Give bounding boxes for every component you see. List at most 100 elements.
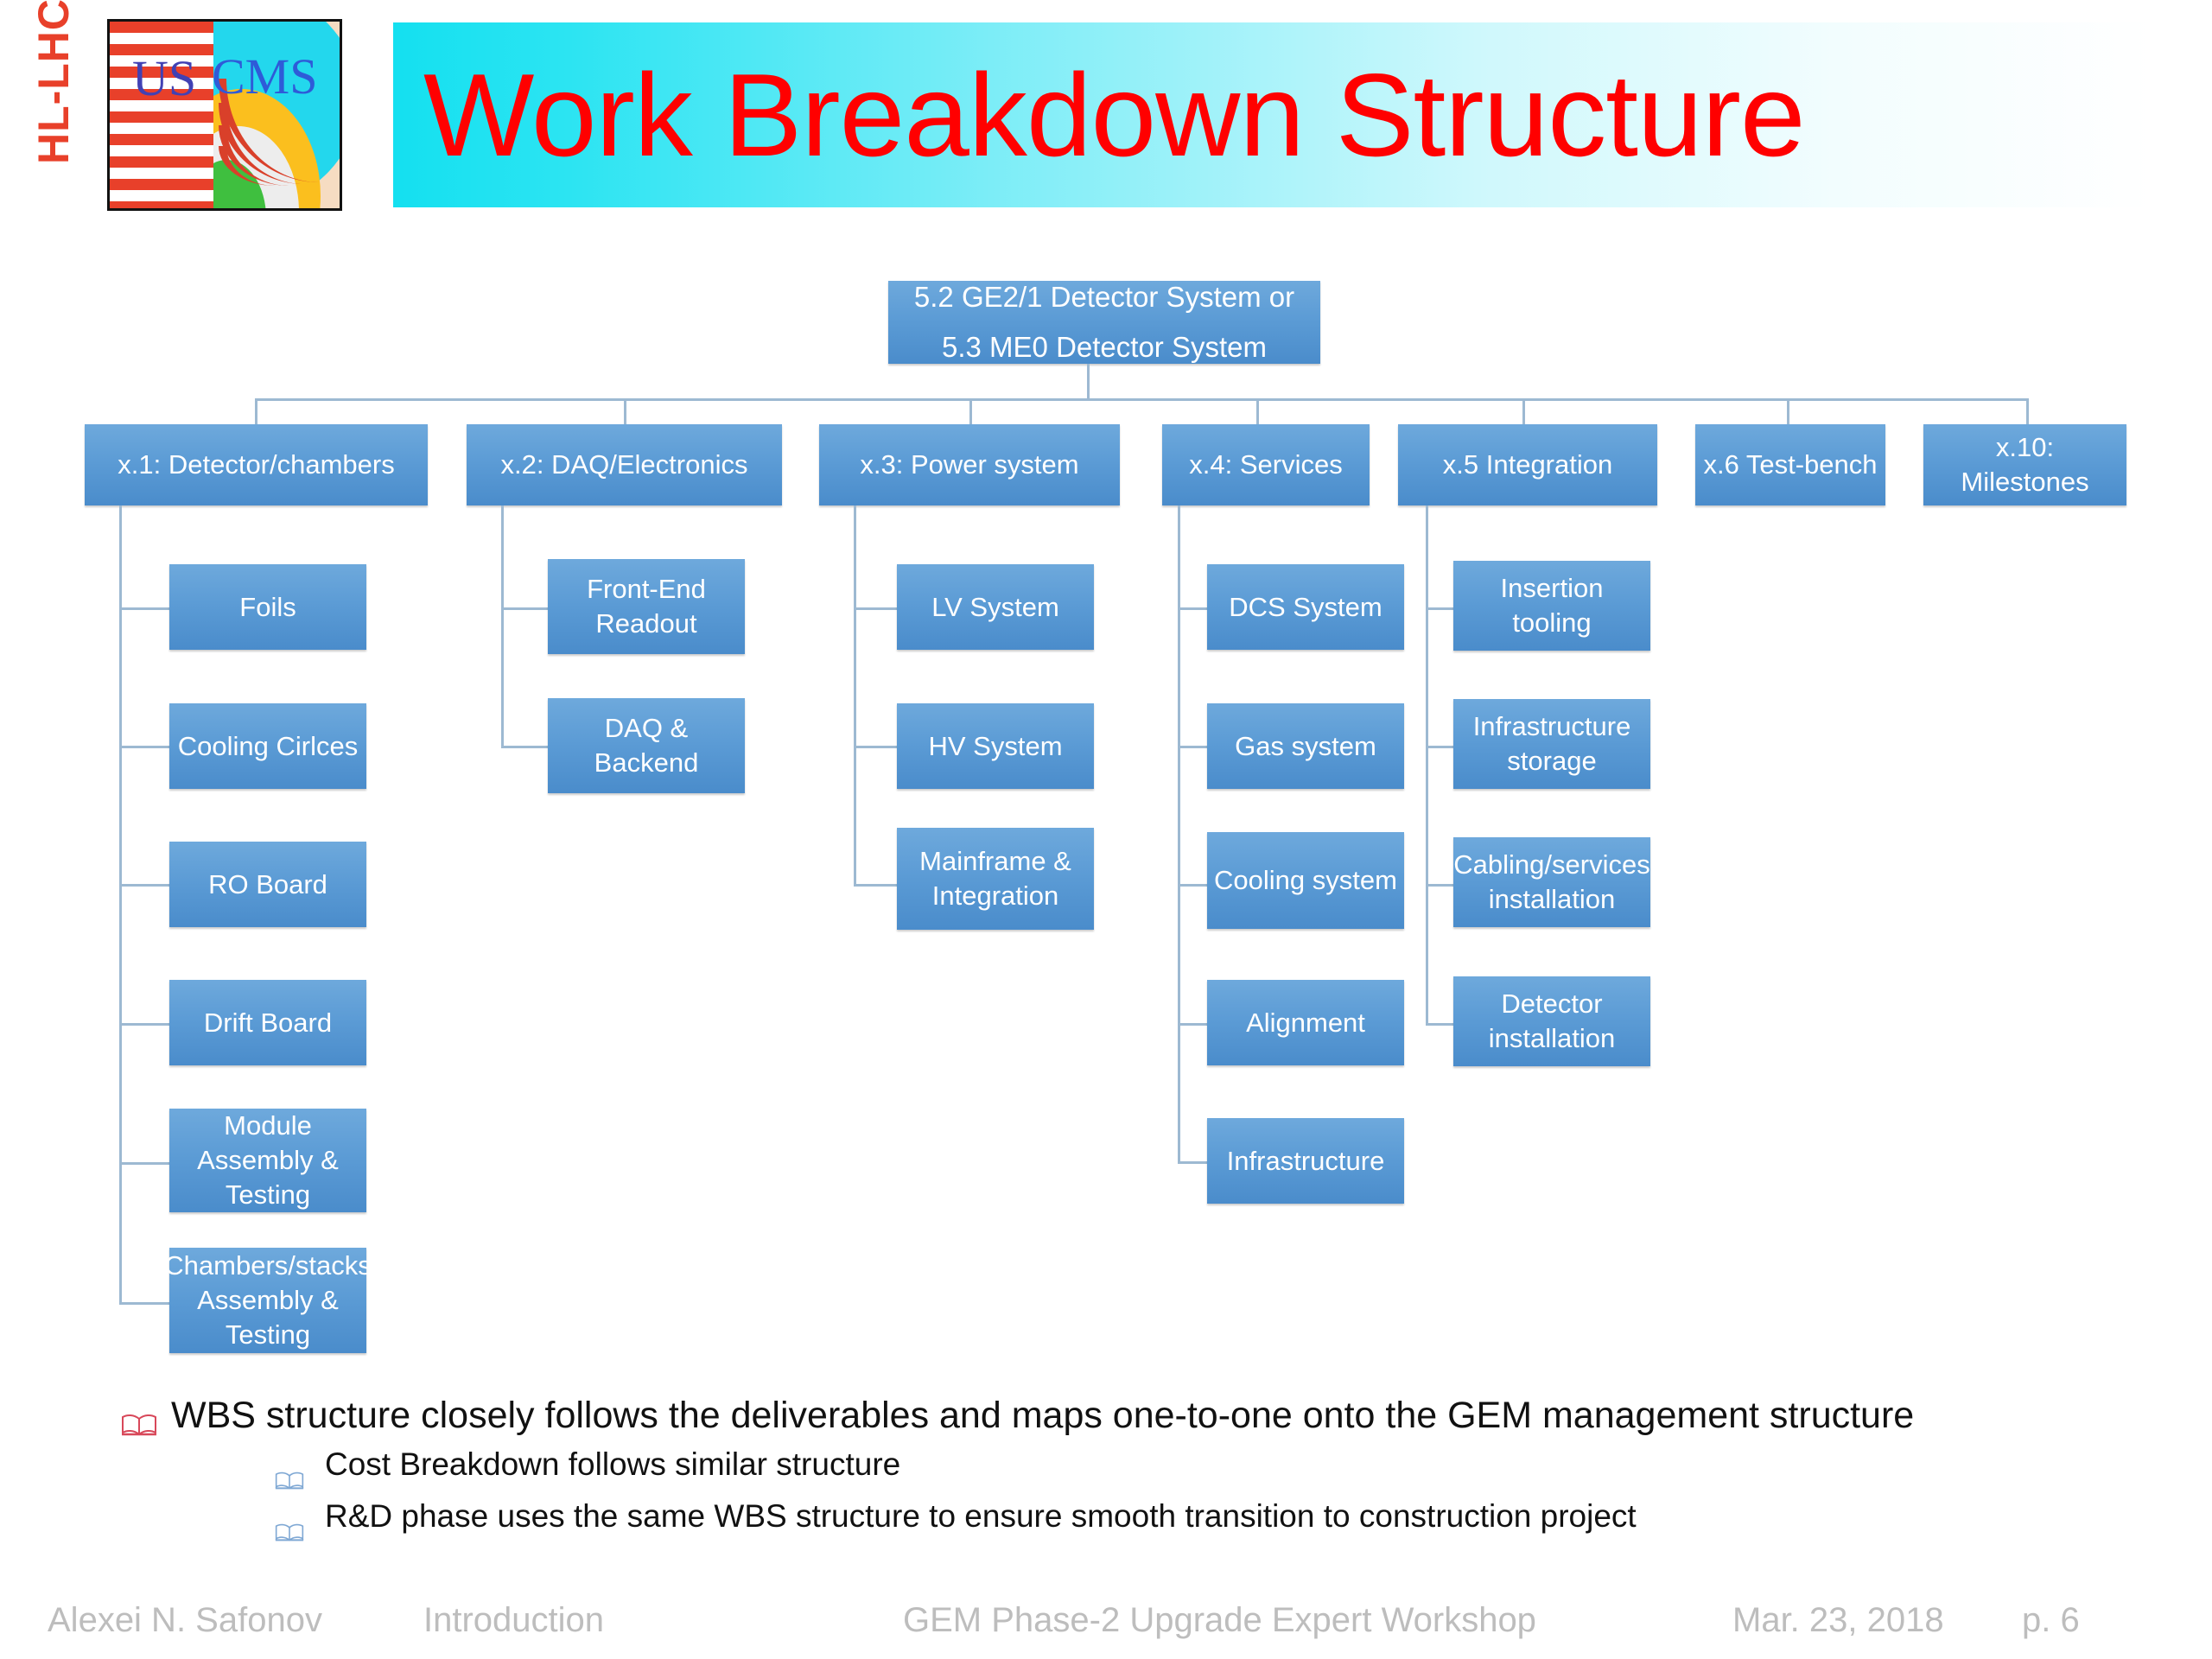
chart-node-label: x.2: DAQ/Electronics bbox=[500, 449, 748, 480]
chart-node-detector-installation[interactable]: Detector installation bbox=[1453, 976, 1650, 1066]
bullet-item-sub-2: R&D phase uses the same WBS structure to… bbox=[275, 1491, 2152, 1542]
chart-node-module-assembly-testing[interactable]: Module Assembly & Testing bbox=[169, 1109, 366, 1212]
chart-node-cabling-services-installation[interactable]: Cabling/services installation bbox=[1453, 837, 1650, 927]
chart-node-label: Infrastructure bbox=[1226, 1145, 1385, 1176]
connector-elbow-x3-3 bbox=[854, 884, 899, 887]
connector-elbow-x4-2 bbox=[1178, 746, 1209, 748]
book-icon bbox=[121, 1402, 157, 1436]
connector-spine-x5 bbox=[1426, 505, 1428, 1024]
footer-event: GEM Phase-2 Upgrade Expert Workshop bbox=[903, 1601, 1536, 1639]
chart-node-label: Cabling/services installation bbox=[1453, 849, 1650, 914]
chart-node-gas-system[interactable]: Gas system bbox=[1207, 703, 1404, 789]
chart-node-label: DCS System bbox=[1229, 591, 1382, 622]
connector-elbow-x3-1 bbox=[854, 607, 899, 610]
connector-elbow-x1-5 bbox=[119, 1162, 171, 1165]
connector-elbow-x5-2 bbox=[1426, 746, 1455, 748]
chart-node-ro-board[interactable]: RO Board bbox=[169, 842, 366, 927]
connector-elbow-x1-3 bbox=[119, 884, 171, 887]
connector-elbow-x1-1 bbox=[119, 607, 171, 610]
chart-node-hv-system[interactable]: HV System bbox=[897, 703, 1094, 789]
connector-elbow-x2-2 bbox=[501, 746, 550, 748]
bullet-list: WBS structure closely follows the delive… bbox=[121, 1393, 2152, 1542]
chart-node-label: x.3: Power system bbox=[860, 449, 1079, 480]
chart-node-label: DAQ & Backend bbox=[594, 713, 699, 778]
chart-node-label: x.1: Detector/chambers bbox=[118, 449, 395, 480]
chart-node-label: RO Board bbox=[208, 868, 327, 899]
connector-drop-x10 bbox=[2026, 398, 2029, 424]
connector-elbow-x4-4 bbox=[1178, 1023, 1209, 1026]
connector-drop-x5 bbox=[1522, 398, 1525, 424]
chart-node-root-line2: 5.3 ME0 Detector System bbox=[942, 331, 1267, 363]
chart-node-label: Module Assembly & Testing bbox=[197, 1110, 339, 1210]
chart-node-label: Mainframe & Integration bbox=[919, 846, 1071, 911]
chart-node-label: Chambers/stacks Assembly & Testing bbox=[164, 1250, 372, 1350]
chart-node-x6-test-bench[interactable]: x.6 Test-bench bbox=[1695, 424, 1885, 505]
connector-elbow-x1-6 bbox=[119, 1302, 171, 1305]
connector-elbow-x3-2 bbox=[854, 746, 899, 748]
connector-level1-bus bbox=[255, 398, 2026, 401]
bullet-sub-text: Cost Breakdown follows similar structure bbox=[325, 1446, 901, 1482]
chart-node-label: Alignment bbox=[1246, 1007, 1365, 1038]
chart-node-x3-power-system[interactable]: x.3: Power system bbox=[819, 424, 1120, 505]
chart-node-daq-backend[interactable]: DAQ & Backend bbox=[548, 698, 745, 793]
connector-drop-x6 bbox=[1787, 398, 1789, 424]
chart-node-label: Gas system bbox=[1235, 730, 1376, 761]
connector-elbow-x4-5 bbox=[1178, 1161, 1209, 1164]
chart-node-x4-services[interactable]: x.4: Services bbox=[1162, 424, 1370, 505]
chart-node-insertion-tooling[interactable]: Insertion tooling bbox=[1453, 561, 1650, 651]
connector-elbow-x4-3 bbox=[1178, 884, 1209, 887]
chart-node-label: x.4: Services bbox=[1189, 449, 1343, 480]
bullet-item-sub-1: Cost Breakdown follows similar structure bbox=[275, 1439, 2152, 1491]
chart-node-cooling-cirlces[interactable]: Cooling Cirlces bbox=[169, 703, 366, 789]
connector-elbow-x5-4 bbox=[1426, 1023, 1455, 1026]
chart-node-root[interactable]: 5.2 GE2/1 Detector System or 5.3 ME0 Det… bbox=[888, 281, 1320, 364]
connector-spine-x2 bbox=[501, 505, 504, 747]
chart-node-cooling-system[interactable]: Cooling system bbox=[1207, 832, 1404, 929]
connector-spine-x4 bbox=[1178, 505, 1180, 1162]
slide-footer: Alexei N. Safonov Introduction GEM Phase… bbox=[0, 1594, 2212, 1646]
chart-node-infrastructure[interactable]: Infrastructure bbox=[1207, 1118, 1404, 1204]
footer-section: Introduction bbox=[423, 1601, 605, 1639]
connector-elbow-x1-4 bbox=[119, 1023, 171, 1026]
connector-elbow-x2-1 bbox=[501, 607, 550, 610]
chart-node-x5-integration[interactable]: x.5 Integration bbox=[1398, 424, 1657, 505]
chart-node-label: Drift Board bbox=[203, 1007, 333, 1038]
chart-node-label: Detector installation bbox=[1488, 988, 1616, 1053]
chart-node-foils[interactable]: Foils bbox=[169, 564, 366, 650]
connector-spine-x3 bbox=[854, 505, 856, 886]
chart-node-dcs-system[interactable]: DCS System bbox=[1207, 564, 1404, 650]
footer-date: Mar. 23, 2018 bbox=[1732, 1601, 1944, 1639]
connector-drop-x2 bbox=[624, 398, 626, 424]
connector-drop-x1 bbox=[255, 398, 257, 424]
chart-node-lv-system[interactable]: LV System bbox=[897, 564, 1094, 650]
chart-node-infrastructure-storage[interactable]: Infrastructure storage bbox=[1453, 699, 1650, 789]
chart-node-front-end-readout[interactable]: Front-End Readout bbox=[548, 559, 745, 654]
book-icon bbox=[275, 1505, 304, 1541]
bullet-item-main: WBS structure closely follows the delive… bbox=[121, 1393, 2152, 1439]
connector-drop-x3 bbox=[969, 398, 972, 424]
connector-elbow-x5-3 bbox=[1426, 884, 1455, 887]
chart-node-mainframe-integration[interactable]: Mainframe & Integration bbox=[897, 828, 1094, 930]
chart-node-label: Cooling Cirlces bbox=[177, 730, 359, 761]
connector-elbow-x5-1 bbox=[1426, 607, 1455, 610]
bullet-sub-text: R&D phase uses the same WBS structure to… bbox=[325, 1498, 1637, 1534]
chart-node-root-line1: 5.2 GE2/1 Detector System or bbox=[913, 281, 1295, 313]
chart-node-alignment[interactable]: Alignment bbox=[1207, 980, 1404, 1065]
bullet-main-text: WBS structure closely follows the delive… bbox=[171, 1395, 1915, 1436]
chart-node-chambers-stacks-assembly-testing[interactable]: Chambers/stacks Assembly & Testing bbox=[164, 1248, 372, 1353]
chart-node-label: Foils bbox=[239, 591, 296, 622]
chart-node-label: Front-End Readout bbox=[587, 574, 706, 639]
chart-node-label: x.5 Integration bbox=[1442, 449, 1613, 480]
footer-page: p. 6 bbox=[2022, 1601, 2080, 1639]
chart-node-drift-board[interactable]: Drift Board bbox=[169, 980, 366, 1065]
connector-root-stem bbox=[1087, 364, 1090, 400]
connector-spine-x1 bbox=[119, 505, 122, 1305]
chart-node-x1-detector-chambers[interactable]: x.1: Detector/chambers bbox=[85, 424, 428, 505]
connector-elbow-x1-2 bbox=[119, 746, 171, 748]
footer-author: Alexei N. Safonov bbox=[48, 1601, 322, 1639]
connector-elbow-x4-1 bbox=[1178, 607, 1209, 610]
book-icon bbox=[275, 1453, 304, 1490]
chart-node-label: x.10: Milestones bbox=[1961, 432, 2089, 497]
chart-node-x10-milestones[interactable]: x.10: Milestones bbox=[1923, 424, 2126, 505]
chart-node-x2-daq-electronics[interactable]: x.2: DAQ/Electronics bbox=[467, 424, 782, 505]
